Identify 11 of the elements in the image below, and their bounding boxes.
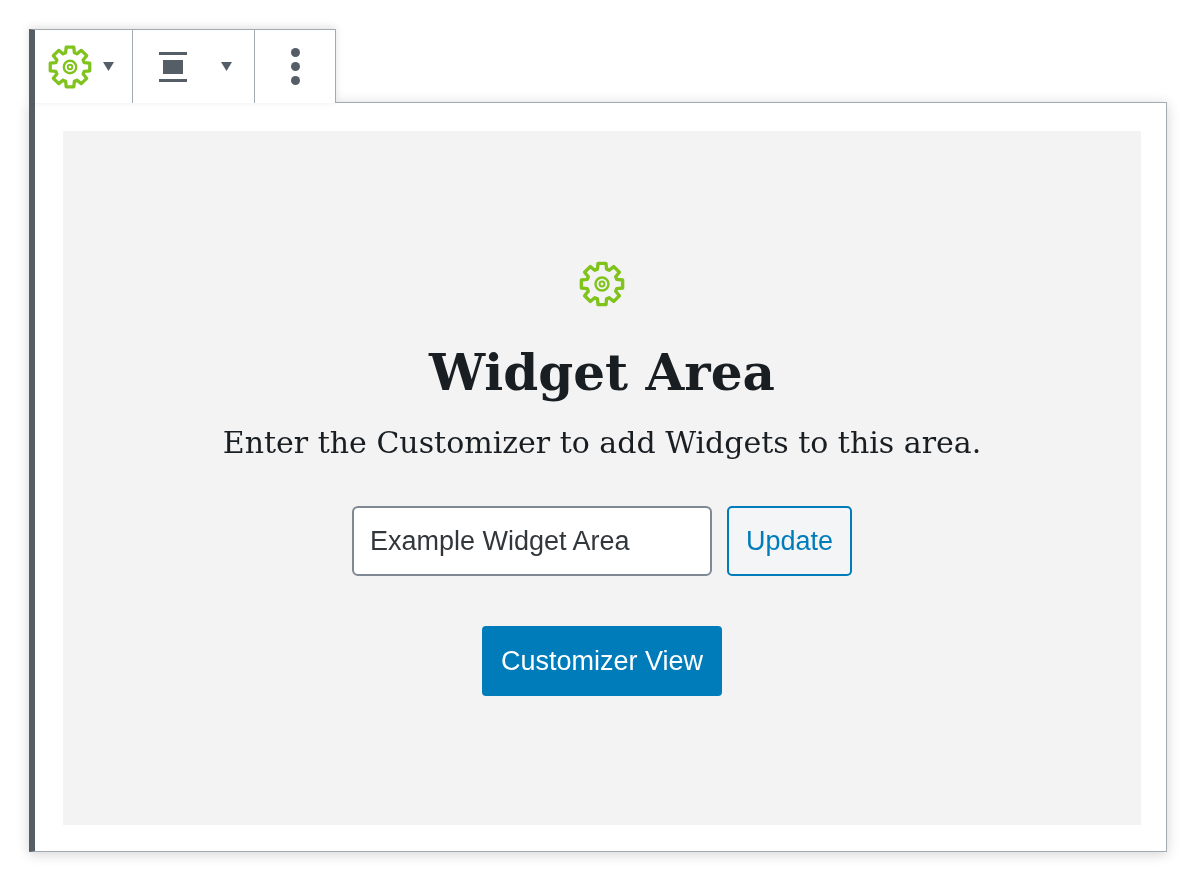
gear-icon bbox=[47, 43, 93, 90]
alignment-icon bbox=[159, 51, 187, 82]
caret-icon bbox=[221, 62, 232, 71]
widget-area-description: Enter the Customizer to add Widgets to this area. bbox=[222, 425, 982, 461]
caret-icon bbox=[103, 62, 114, 71]
customizer-view-button[interactable]: Customizer View bbox=[481, 626, 723, 696]
widget-area-title: Widget Area bbox=[429, 343, 775, 403]
gear-icon bbox=[578, 260, 626, 308]
more-icon bbox=[290, 48, 300, 85]
input-field[interactable]: Example Widget Area bbox=[351, 506, 712, 576]
update-button[interactable]: Update bbox=[726, 506, 853, 576]
